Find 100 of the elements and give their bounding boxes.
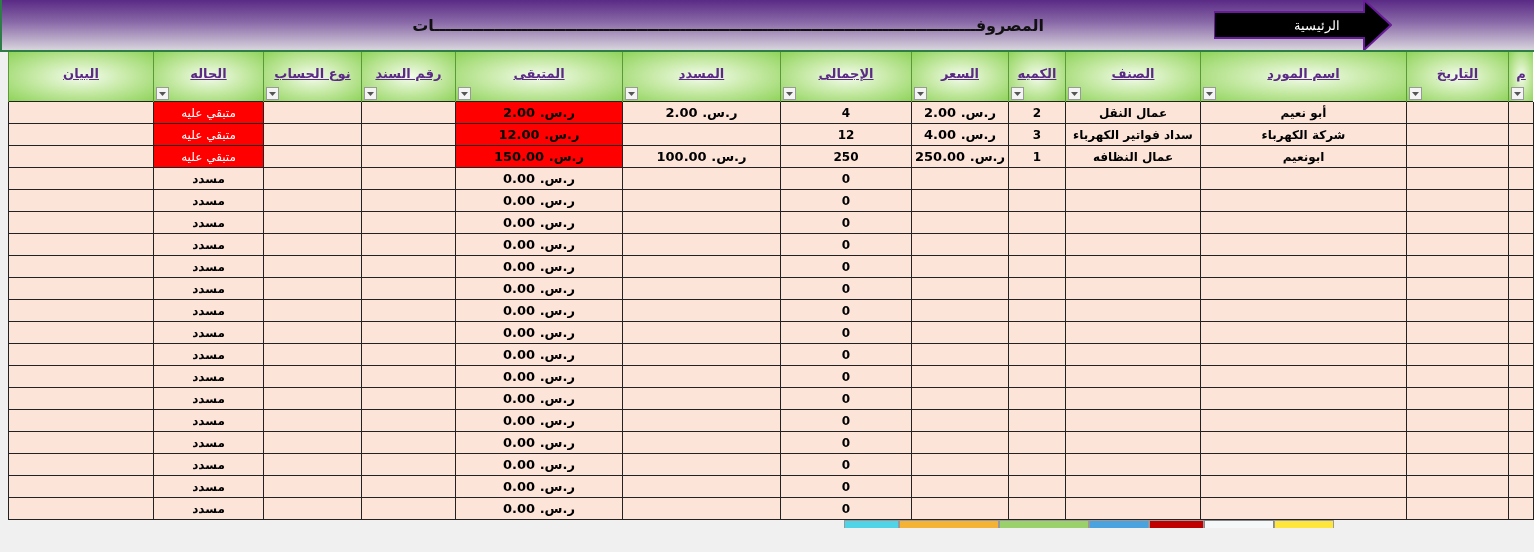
header-link[interactable]: م [1516,66,1526,81]
table-cell [1008,255,1066,278]
table-cell: ر.س. 0.00 [455,409,623,432]
table-cell [1508,123,1534,146]
table-cell: ر.س. 2.00 [455,101,623,124]
header-link[interactable]: التاريخ [1436,66,1479,81]
table-cell [1008,233,1066,256]
table-cell [1508,497,1534,520]
table-cell: متبقي عليه [153,101,264,124]
filter-dropdown-icon[interactable] [1203,87,1216,100]
header-link[interactable]: نوع الحساب [274,66,351,81]
table-cell: 0 [780,299,912,322]
filter-dropdown-icon[interactable] [1011,87,1024,100]
table-cell: عمال النقل [1065,101,1201,124]
table-cell [1508,189,1534,212]
table-cell [1508,277,1534,300]
table-cell [1008,321,1066,344]
header-link[interactable]: البيان [63,66,99,81]
filter-dropdown-icon[interactable] [364,87,377,100]
table-cell: 0 [780,453,912,476]
table-cell [1508,475,1534,498]
table-cell: ر.س. 2.00 [622,101,781,124]
filter-dropdown-icon[interactable] [1068,87,1081,100]
table-cell [1008,211,1066,234]
table-cell: 3 [1008,123,1066,146]
table-cell: مسدد [153,321,264,344]
header-link[interactable]: الكميه [1017,66,1057,81]
table-cell: عمال النظافه [1065,145,1201,168]
table-cell: 0 [780,233,912,256]
table-cell: ابونعيم [1200,145,1407,168]
table-cell: مسدد [153,409,264,432]
table-cell [1508,167,1534,190]
table-cell: 0 [780,409,912,432]
table-cell [1508,343,1534,366]
table-cell: مسدد [153,189,264,212]
filter-dropdown-icon[interactable] [1511,87,1524,100]
table-cell: 2 [1008,101,1066,124]
table-cell: 0 [780,387,912,410]
table-cell: مسدد [153,365,264,388]
table-cell: 0 [780,475,912,498]
header-link[interactable]: رقم السند [375,66,442,81]
table-cell [1508,365,1534,388]
table-cell: ر.س. 12.00 [455,123,623,146]
table-cell: ر.س. 0.00 [455,365,623,388]
table-cell: 0 [780,189,912,212]
table-cell: 0 [780,343,912,366]
filter-dropdown-icon[interactable] [266,87,279,100]
table-cell: ر.س. 0.00 [455,277,623,300]
table-cell: 0 [780,497,912,520]
table-cell: 12 [780,123,912,146]
header-link[interactable]: السعر [941,66,979,81]
table-cell: ر.س. 0.00 [455,233,623,256]
table-cell: ر.س. 0.00 [455,497,623,520]
filter-dropdown-icon[interactable] [458,87,471,100]
table-cell [1008,475,1066,498]
filter-dropdown-icon[interactable] [625,87,638,100]
table-cell: ر.س. 0.00 [455,387,623,410]
filter-dropdown-icon[interactable] [914,87,927,100]
header-link[interactable]: الصنف [1111,66,1155,81]
page-title: المصروفـــــــــــــــــــــــــــــــــــــــــــــــــــــــــــــــــــــــــــــــــــــــــــــــــــات [412,15,1044,35]
table-cell [1508,145,1534,168]
table-cell: مسدد [153,299,264,322]
table-cell: مسدد [153,387,264,410]
home-button[interactable]: الرئيسية [1214,0,1392,50]
table-cell: ر.س. 150.00 [455,145,623,168]
header-link[interactable]: اسم المورد [1267,66,1340,81]
table-cell [1008,453,1066,476]
table-cell: 4 [780,101,912,124]
table-cell: مسدد [153,233,264,256]
header-link[interactable]: المتبقى [513,66,565,81]
header-link[interactable]: المسدد [678,66,725,81]
header-link[interactable]: الحاله [190,66,227,81]
table-cell [1008,189,1066,212]
table-cell: 0 [780,255,912,278]
table-cell: ر.س. 100.00 [622,145,781,168]
table-cell [1508,453,1534,476]
filter-dropdown-icon[interactable] [156,87,169,100]
header-link[interactable]: الإجمالى [818,66,874,81]
table-cell [1508,409,1534,432]
table-cell: ر.س. 2.00 [911,101,1009,124]
table-cell: ر.س. 0.00 [455,211,623,234]
table-cell [1008,365,1066,388]
table-cell: متبقي عليه [153,123,264,146]
filter-dropdown-icon[interactable] [783,87,796,100]
table-cell [1508,387,1534,410]
table-cell [1008,299,1066,322]
table-cell [1508,211,1534,234]
table-cell: شركة الكهرباء [1200,123,1407,146]
table-cell: 1 [1008,145,1066,168]
filter-dropdown-icon[interactable] [1409,87,1422,100]
sheet-tab[interactable] [1204,520,1274,528]
table-cell [1508,233,1534,256]
table-cell: 250 [780,145,912,168]
table-cell [1508,299,1534,322]
table-cell: متبقي عليه [153,145,264,168]
table-cell [1008,387,1066,410]
table-cell: مسدد [153,453,264,476]
table-cell: ر.س. 0.00 [455,255,623,278]
table-cell: ر.س. 250.00 [911,145,1009,168]
table-cell: 0 [780,211,912,234]
